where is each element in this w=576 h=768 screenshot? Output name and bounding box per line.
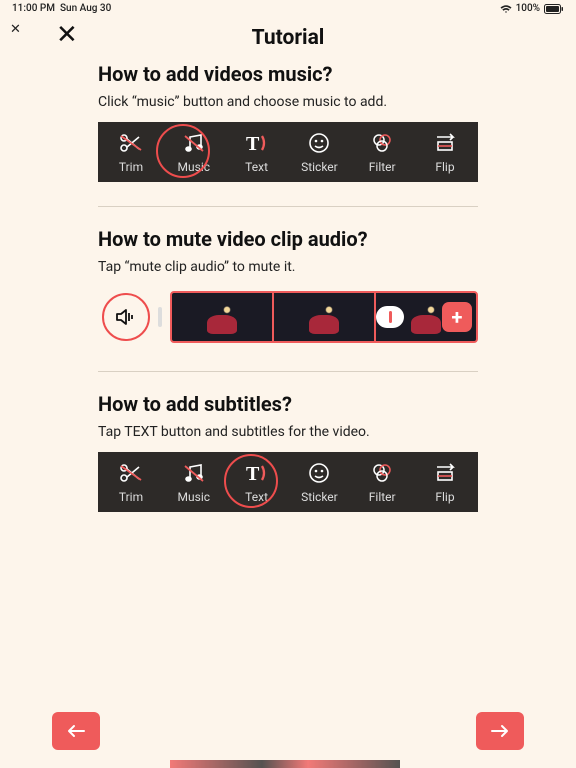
section-heading: How to add subtitles? (98, 392, 478, 416)
arrow-left-icon (67, 724, 85, 738)
trim-tool[interactable]: Trim (104, 130, 158, 174)
arrow-right-icon (491, 724, 509, 738)
smiley-icon (305, 460, 333, 486)
text-icon: T (243, 130, 271, 156)
editor-toolbar: Trim Music T Text Sticker (98, 122, 478, 182)
tool-label: Text (245, 160, 268, 174)
tool-label: Text (245, 490, 268, 504)
status-bar: 11:00 PM Sun Aug 30 100% (0, 0, 576, 16)
divider (98, 371, 478, 372)
playhead-indicator[interactable] (376, 306, 404, 328)
music-tool[interactable]: Music (167, 460, 221, 504)
tool-label: Flip (435, 160, 454, 174)
scissors-icon (117, 460, 145, 486)
trim-tool[interactable]: Trim (104, 460, 158, 504)
music-note-icon (180, 130, 208, 156)
text-tool[interactable]: T Text (230, 130, 284, 174)
video-frame (274, 293, 374, 341)
flip-icon (431, 460, 459, 486)
section-heading: How to add videos music? (98, 62, 478, 86)
flip-tool[interactable]: Flip (418, 460, 472, 504)
music-note-icon (180, 460, 208, 486)
status-date: Sun Aug 30 (60, 3, 111, 14)
text-icon: T (243, 460, 271, 486)
tool-label: Flip (435, 490, 454, 504)
filter-circles-icon (368, 130, 396, 156)
video-timeline[interactable]: + (170, 291, 478, 343)
section-add-subtitles: How to add subtitles? Tap TEXT button an… (98, 392, 478, 512)
music-tool[interactable]: Music (167, 130, 221, 174)
peek-strip (170, 760, 400, 768)
header: ✕ Tutorial (0, 16, 576, 62)
wifi-icon (500, 4, 512, 14)
section-mute-audio: How to mute video clip audio? Tap “mute … (98, 227, 478, 347)
section-body: Tap TEXT button and subtitles for the vi… (98, 424, 478, 440)
next-button[interactable] (476, 712, 524, 750)
close-button[interactable]: ✕ (56, 22, 78, 48)
tool-label: Filter (369, 490, 396, 504)
bottom-nav (0, 712, 576, 750)
svg-text:T: T (246, 133, 260, 154)
filter-tool[interactable]: Filter (355, 460, 409, 504)
editor-toolbar: Trim Music T Text Sticker (98, 452, 478, 512)
tool-label: Music (178, 490, 210, 504)
sticker-tool[interactable]: Sticker (292, 460, 346, 504)
filter-circles-icon (368, 460, 396, 486)
section-body: Click “music” button and choose music to… (98, 94, 478, 110)
tool-label: Trim (119, 160, 143, 174)
speaker-mute-icon (114, 306, 138, 328)
flip-tool[interactable]: Flip (418, 130, 472, 174)
add-clip-button[interactable]: + (442, 302, 472, 332)
section-add-music: How to add videos music? Click “music” b… (98, 62, 478, 182)
battery-icon (544, 4, 564, 14)
tool-label: Filter (369, 160, 396, 174)
flip-icon (431, 130, 459, 156)
status-time: 11:00 PM (12, 3, 55, 14)
prev-button[interactable] (52, 712, 100, 750)
text-tool[interactable]: T Text (230, 460, 284, 504)
timeline-strip: + (98, 287, 478, 347)
mute-clip-audio-button[interactable] (102, 293, 150, 341)
section-heading: How to mute video clip audio? (98, 227, 478, 251)
video-frame (172, 293, 272, 341)
filter-tool[interactable]: Filter (355, 130, 409, 174)
sticker-tool[interactable]: Sticker (292, 130, 346, 174)
section-body: Tap “mute clip audio” to mute it. (98, 259, 478, 275)
smiley-icon (305, 130, 333, 156)
tool-label: Trim (119, 490, 143, 504)
scissors-icon (117, 130, 145, 156)
divider (98, 206, 478, 207)
tool-label: Sticker (301, 490, 338, 504)
svg-text:T: T (246, 463, 260, 484)
page-title: Tutorial (252, 26, 325, 50)
drag-handle[interactable] (158, 307, 162, 327)
battery-text: 100% (516, 3, 540, 14)
tool-label: Sticker (301, 160, 338, 174)
tool-label: Music (178, 160, 210, 174)
